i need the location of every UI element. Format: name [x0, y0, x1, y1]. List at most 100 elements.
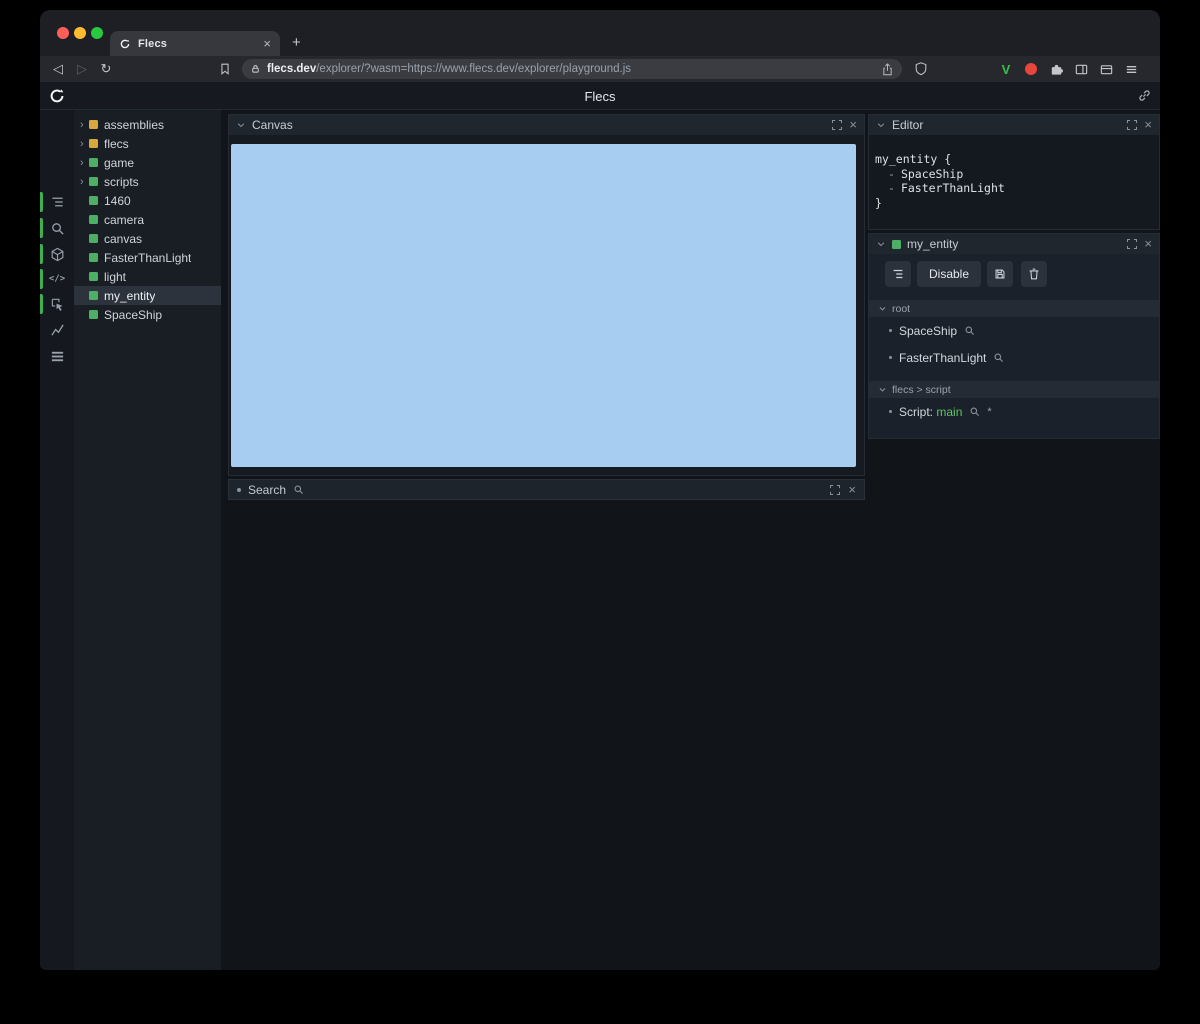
- component-script-main[interactable]: Script: main *: [869, 398, 1159, 425]
- menu-icon[interactable]: [1123, 61, 1139, 77]
- window-controls: [57, 27, 105, 39]
- reload-button[interactable]: ↻: [96, 56, 116, 82]
- expand-icon[interactable]: [831, 119, 843, 131]
- lock-icon[interactable]: [250, 63, 261, 75]
- extension-red-icon[interactable]: [1025, 63, 1037, 75]
- tree-item-game[interactable]: › game: [74, 153, 221, 172]
- inspect-view-button[interactable]: [40, 294, 74, 314]
- puzzle-icon[interactable]: [1048, 61, 1064, 77]
- queries-view-button[interactable]: [40, 346, 74, 366]
- extension-v-icon[interactable]: V: [998, 61, 1014, 77]
- tree-item-label: 1460: [104, 193, 131, 208]
- link-icon[interactable]: [1137, 88, 1152, 103]
- wallet-icon[interactable]: [1098, 61, 1114, 77]
- code-line: - FasterThanLight: [888, 181, 1005, 195]
- entity-toolbar: Disable: [869, 254, 1159, 287]
- entity-color-chip: [89, 215, 98, 224]
- stats-view-button[interactable]: [40, 320, 74, 340]
- close-icon[interactable]: ×: [1144, 237, 1152, 250]
- code-line: }: [875, 195, 882, 210]
- new-tab-button[interactable]: +: [292, 34, 301, 52]
- bookmark-icon[interactable]: [215, 56, 235, 82]
- code-line: my_entity {: [875, 152, 952, 166]
- chevron-down-icon[interactable]: [878, 304, 887, 313]
- tree-item-label: canvas: [104, 231, 143, 246]
- expand-icon[interactable]: [829, 484, 841, 496]
- search-panel[interactable]: Search ×: [228, 479, 865, 500]
- sidebar-toggle-icon[interactable]: [1073, 61, 1089, 77]
- close-icon[interactable]: ×: [849, 118, 857, 131]
- extension-bar: V: [998, 61, 1139, 77]
- tree-item-label: light: [104, 269, 127, 284]
- share-icon[interactable]: [881, 62, 894, 76]
- page-title: Flecs: [584, 88, 616, 104]
- url-bar[interactable]: flecs.dev/explorer/?wasm=https://www.fle…: [242, 59, 902, 79]
- search-view-button[interactable]: [40, 218, 74, 238]
- zoom-window-button[interactable]: [91, 27, 103, 39]
- chevron-down-icon[interactable]: [876, 120, 886, 130]
- tree-item-camera[interactable]: camera: [74, 210, 221, 229]
- entity-color-chip: [89, 234, 98, 243]
- active-indicator: [40, 218, 43, 238]
- section-title: root: [892, 302, 911, 315]
- search-icon[interactable]: [964, 325, 975, 336]
- flecs-explorer-app: Flecs </> › assemblies › flecs › game › …: [40, 82, 1160, 970]
- expand-icon[interactable]: [1126, 238, 1138, 250]
- tree-view-button[interactable]: [885, 261, 911, 287]
- disable-button[interactable]: Disable: [917, 261, 982, 287]
- browser-window: Flecs × + ◁ ▷ ↻ flecs.dev/explorer/?wasm…: [40, 10, 1160, 970]
- tree-item-label: game: [104, 155, 135, 170]
- outline-view-button[interactable]: [40, 192, 74, 212]
- tree-item-my-entity[interactable]: my_entity: [74, 286, 221, 305]
- chevron-down-icon[interactable]: [876, 239, 886, 249]
- save-button[interactable]: [987, 261, 1014, 287]
- search-icon: [293, 484, 304, 495]
- editor-panel-header: Editor ×: [869, 115, 1159, 135]
- back-button[interactable]: ◁: [48, 56, 68, 82]
- shield-icon[interactable]: [914, 61, 928, 76]
- search-icon[interactable]: [993, 352, 1004, 363]
- tree-item-flecs[interactable]: › flecs: [74, 134, 221, 153]
- tree-item-light[interactable]: light: [74, 267, 221, 286]
- expand-icon[interactable]: [1126, 119, 1138, 131]
- code-line: - SpaceShip: [888, 166, 964, 181]
- tree-item-scripts[interactable]: › scripts: [74, 172, 221, 191]
- bullet-icon: [889, 410, 892, 413]
- section-root[interactable]: root: [869, 300, 1159, 317]
- render-canvas[interactable]: [231, 144, 856, 467]
- app-header: Flecs: [40, 82, 1160, 110]
- close-window-button[interactable]: [57, 27, 69, 39]
- tree-item-fasterthanlight[interactable]: FasterThanLight: [74, 248, 221, 267]
- tree-item-label: SpaceShip: [104, 307, 163, 322]
- chevron-right-icon[interactable]: ›: [80, 138, 89, 149]
- section-flecs-script[interactable]: flecs > script: [869, 381, 1159, 398]
- tab-close-icon[interactable]: ×: [263, 36, 271, 51]
- code-editor[interactable]: my_entity { - SpaceShip - FasterThanLight …: [869, 135, 1159, 229]
- tree-item-1460[interactable]: 1460: [74, 191, 221, 210]
- forward-button[interactable]: ▷: [72, 56, 92, 82]
- search-icon[interactable]: [969, 406, 980, 417]
- chevron-down-icon[interactable]: [236, 120, 246, 130]
- tab-title: Flecs: [138, 37, 168, 50]
- tree-item-assemblies[interactable]: › assemblies: [74, 115, 221, 134]
- bullet-icon: [889, 329, 892, 332]
- browser-tab[interactable]: Flecs ×: [110, 31, 280, 56]
- chevron-down-icon[interactable]: [878, 385, 887, 394]
- chevron-right-icon[interactable]: ›: [80, 157, 89, 168]
- canvas-panel: Canvas ×: [228, 114, 865, 476]
- tree-item-canvas[interactable]: canvas: [74, 229, 221, 248]
- chevron-right-icon[interactable]: ›: [80, 176, 89, 187]
- flecs-favicon-icon: [119, 38, 131, 50]
- tree-item-spaceship[interactable]: SpaceShip: [74, 305, 221, 324]
- script-view-button[interactable]: </>: [40, 269, 74, 289]
- component-fasterthanlight[interactable]: FasterThanLight: [869, 344, 1159, 371]
- close-icon[interactable]: ×: [1144, 118, 1152, 131]
- delete-button[interactable]: [1021, 261, 1048, 287]
- minimize-window-button[interactable]: [74, 27, 86, 39]
- canvas-view-button[interactable]: [40, 244, 74, 264]
- chevron-right-icon[interactable]: ›: [80, 119, 89, 130]
- component-spaceship[interactable]: SpaceShip: [869, 317, 1159, 344]
- script-asterisk-icon[interactable]: *: [987, 406, 991, 418]
- entity-color-chip: [89, 139, 98, 148]
- close-icon[interactable]: ×: [848, 483, 856, 496]
